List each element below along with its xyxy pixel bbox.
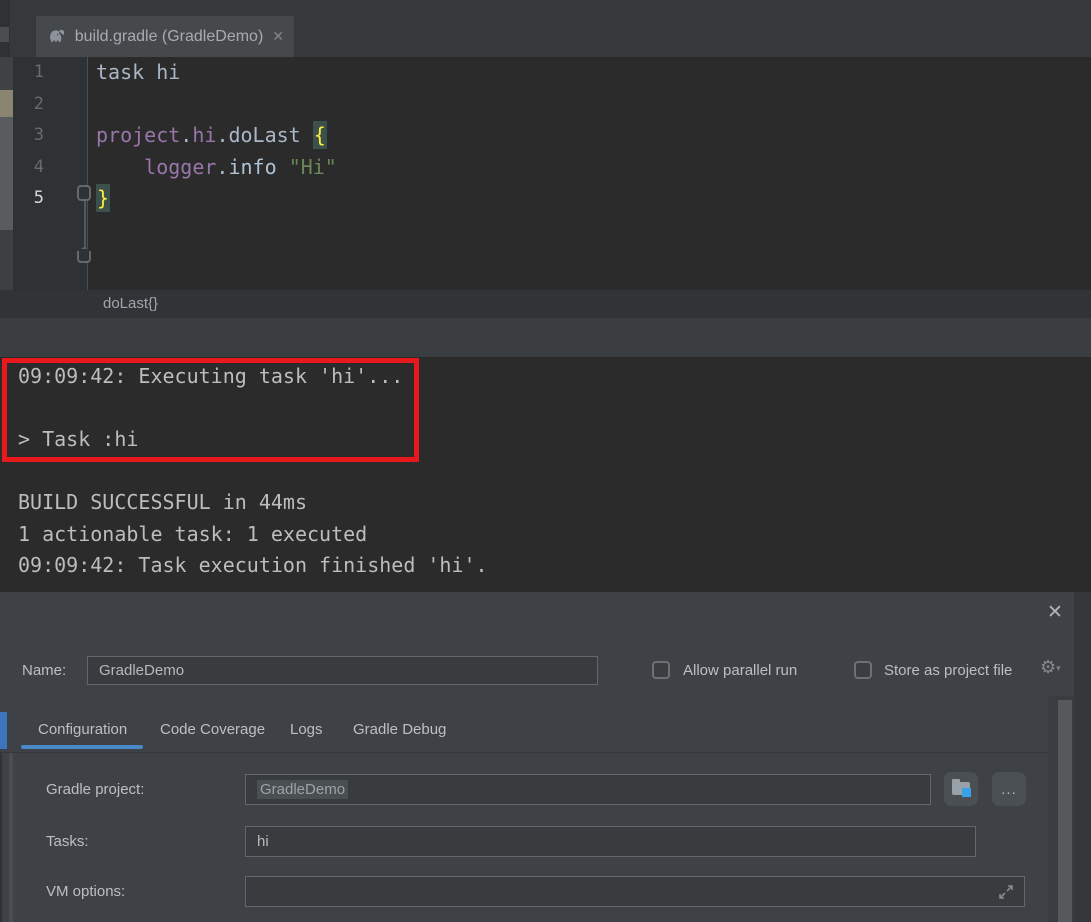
gear-icon[interactable]: ⚙▾ <box>1040 658 1061 677</box>
gradle-elephant-icon <box>46 28 66 45</box>
line-number: 5 <box>20 183 44 215</box>
folder-icon <box>952 782 970 796</box>
code-line <box>88 89 1091 121</box>
tab-code-coverage[interactable]: Code Coverage <box>160 716 265 744</box>
line-number: 4 <box>20 152 44 184</box>
fold-start-icon[interactable] <box>77 185 91 201</box>
choose-gradle-project-button[interactable] <box>944 772 978 806</box>
store-as-project-file-checkbox[interactable] <box>854 661 872 679</box>
gradle-project-label: Gradle project: <box>46 774 144 805</box>
code-line: } <box>88 183 1091 215</box>
console-line: 09:09:42: Task execution finished 'hi'. <box>18 550 1091 582</box>
run-console-pane: 09:09:42: Executing task 'hi'... > Task … <box>0 357 1091 592</box>
breadcrumb-bar: doLast{} <box>0 290 1091 318</box>
dialog-right-edge <box>1074 592 1091 922</box>
expand-field-icon[interactable] <box>996 882 1016 902</box>
vm-options-label: VM options: <box>46 876 125 907</box>
allow-parallel-run-checkbox[interactable] <box>652 661 670 679</box>
left-strip-segment <box>0 230 13 290</box>
name-input[interactable]: GradleDemo <box>87 656 598 685</box>
allow-parallel-run-label: Allow parallel run <box>683 656 797 685</box>
name-value: GradleDemo <box>99 662 184 679</box>
run-config-dialog: ✕ Name: GradleDemo Allow parallel run St… <box>0 592 1091 922</box>
line-number: 3 <box>20 120 44 152</box>
annotation-box-console <box>2 358 419 462</box>
gradle-project-input[interactable]: GradleDemo <box>245 774 931 805</box>
editor-tab-bar: build.gradle (GradleDemo) ✕ <box>0 0 1091 57</box>
tab-logs[interactable]: Logs <box>290 716 323 744</box>
editor-body: 12345 task hi project.hi.doLast { logger.… <box>0 57 1091 290</box>
tab-title: build.gradle (GradleDemo) <box>75 28 264 46</box>
pane-divider[interactable] <box>0 318 1091 357</box>
selection-strip <box>0 712 7 749</box>
left-strip-scrollbar[interactable] <box>0 117 13 230</box>
scrollbar-thumb[interactable] <box>1058 700 1072 922</box>
tab-configuration[interactable]: Configuration <box>38 716 127 744</box>
left-strip-segment <box>0 90 13 117</box>
browse-button[interactable]: ... <box>992 772 1026 806</box>
editor-pane: build.gradle (GradleDemo) ✕ 12345 task h… <box>0 0 1091 318</box>
line-number: 1 <box>20 57 44 89</box>
code-line: project.hi.doLast { <box>88 120 1091 152</box>
vm-options-input[interactable] <box>245 876 1025 907</box>
panel-left-edge <box>0 753 2 922</box>
ide-window: build.gradle (GradleDemo) ✕ 12345 task h… <box>0 0 1091 922</box>
left-strip-segment <box>0 57 13 90</box>
gutter-numbers: 12345 <box>13 57 87 290</box>
code-line: logger.info "Hi" <box>88 152 1091 184</box>
active-tab-underline <box>21 745 143 749</box>
tasks-value: hi <box>257 833 269 850</box>
line-number: 2 <box>20 89 44 121</box>
store-as-project-file-label: Store as project file <box>884 656 1012 685</box>
tool-window-stripe-notch <box>0 27 9 42</box>
console-line: BUILD SUCCESSFUL in 44ms <box>18 487 1091 519</box>
code-lines: task hi project.hi.doLast { logger.info "… <box>88 57 1091 215</box>
code-line: task hi <box>88 57 1091 89</box>
tab-close-icon[interactable]: ✕ <box>272 28 284 45</box>
name-label: Name: <box>22 656 66 685</box>
editor-tab-build-gradle[interactable]: build.gradle (GradleDemo) ✕ <box>36 16 294 57</box>
console-line: 1 actionable task: 1 executed <box>18 519 1091 551</box>
tasks-label: Tasks: <box>46 826 89 857</box>
panel-splitter[interactable] <box>9 753 13 922</box>
tab-gradle-debug[interactable]: Gradle Debug <box>353 716 446 744</box>
breadcrumb-item[interactable]: doLast{} <box>103 290 158 318</box>
dialog-close-icon[interactable]: ✕ <box>1042 600 1068 626</box>
tasks-input[interactable]: hi <box>245 826 976 857</box>
gradle-project-value: GradleDemo <box>257 780 348 799</box>
tabs-content-divider <box>0 752 1091 753</box>
